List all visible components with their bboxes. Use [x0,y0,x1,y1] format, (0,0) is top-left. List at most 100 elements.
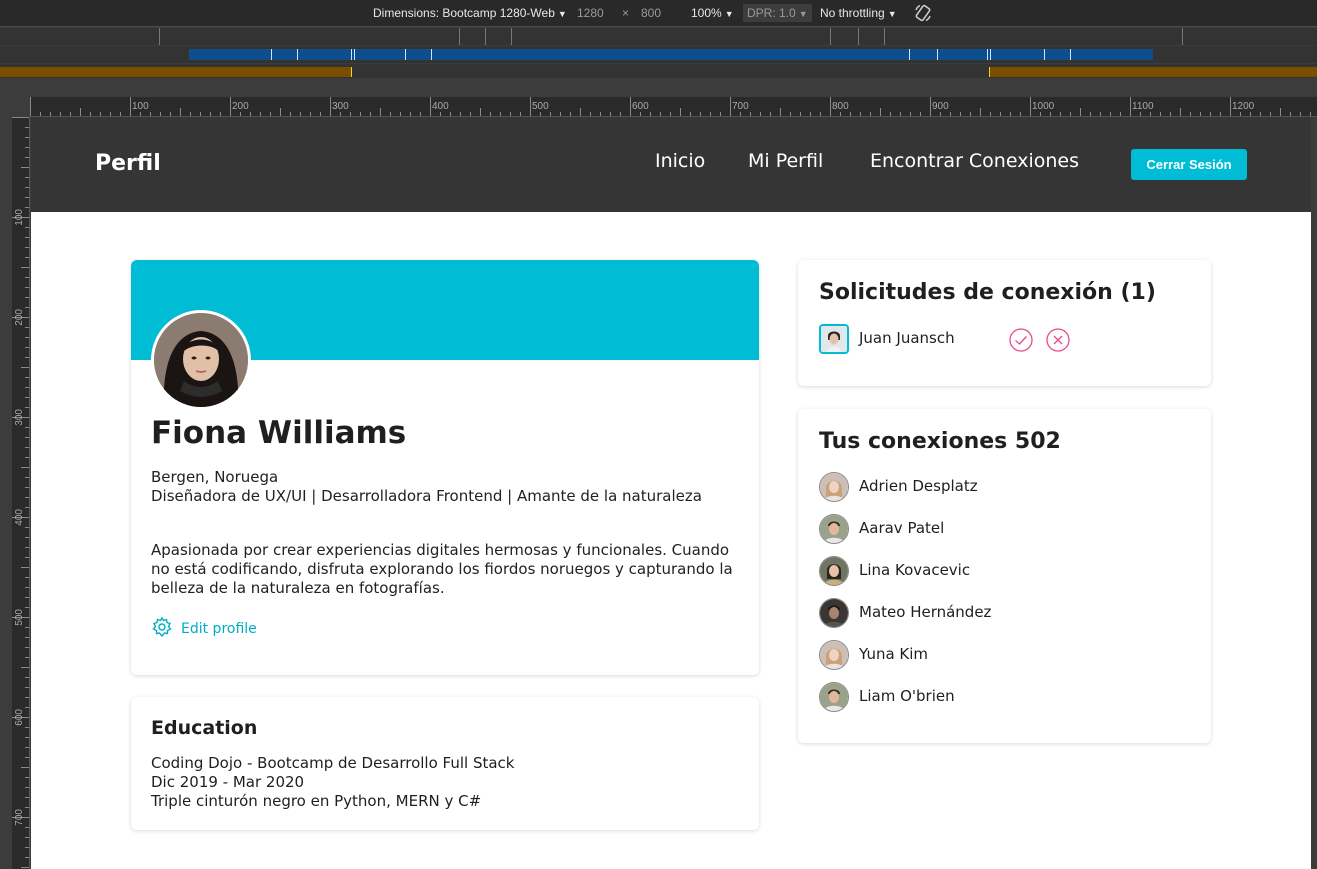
throttling-label: No throttling [820,6,885,20]
page-viewport: Perfil Inicio Mi Perfil Encontrar Conexi… [31,117,1311,869]
connection-avatar [819,556,849,586]
request-avatar[interactable] [819,324,849,354]
profile-bio: Apasionada por crear experiencias digita… [151,541,733,597]
media-query-marker[interactable] [1182,28,1183,45]
connection-avatar [819,514,849,544]
rotate-icon[interactable] [913,3,933,26]
media-query-marker[interactable] [884,28,885,45]
connection-item[interactable]: Lina Kovacevic [819,556,1119,586]
media-query-marker[interactable] [485,28,486,45]
media-query-bar-minmax [0,46,1317,63]
dpr-select[interactable]: DPR: 1.0 ▼ [743,4,812,22]
ruler-label: 200 [14,309,25,326]
media-query-marker[interactable] [1044,49,1045,60]
media-query-marker[interactable] [159,28,160,45]
devtools-device-toolbar: Dimensions: Bootcamp 1280-Web ▼ 1280 × 80… [0,0,1317,27]
chevron-down-icon: ▼ [887,9,897,19]
requests-title: Solicitudes de conexión (1) [819,280,1156,305]
request-name[interactable]: Juan Juansch [859,329,955,347]
profile-headline: Diseñadora de UX/UI | Desarrolladora Fro… [151,487,702,505]
connection-item[interactable]: Yuna Kim [819,640,1119,670]
ruler-label: 1200 [1232,101,1255,112]
education-title: Education [151,717,258,739]
accept-icon[interactable] [1008,327,1034,353]
profile-name: Fiona Williams [151,415,407,451]
connection-name: Liam O'brien [859,687,955,705]
ruler-label: 1000 [1032,101,1055,112]
media-query-marker[interactable] [459,28,460,45]
media-query-marker[interactable] [405,49,406,60]
connection-name: Mateo Hernández [859,603,992,621]
media-query-marker[interactable] [351,49,352,60]
height-input[interactable]: 800 [641,6,661,20]
connection-requests-card: Solicitudes de conexión (1) Juan Juansch [798,260,1211,386]
connection-item[interactable]: Mateo Hernández [819,598,1119,628]
media-query-marker[interactable] [830,28,831,45]
media-query-marker[interactable] [511,28,512,45]
connection-avatar [819,682,849,712]
media-query-range[interactable] [989,67,1317,77]
media-query-marker[interactable] [990,49,991,60]
media-query-marker[interactable] [909,49,910,60]
devtools-spacer [0,78,1317,97]
nav-link-mi-perfil[interactable]: Mi Perfil [748,150,823,172]
throttling-select[interactable]: No throttling ▼ [820,6,897,20]
media-query-marker[interactable] [431,49,432,60]
media-query-marker[interactable] [987,49,988,60]
media-query-range[interactable] [189,49,1153,60]
connection-name: Adrien Desplatz [859,477,978,495]
viewport-edge [1311,117,1317,869]
brand-logo[interactable]: Perfil [95,151,161,176]
width-input[interactable]: 1280 [577,6,604,20]
media-query-range[interactable] [0,67,352,77]
chevron-down-icon: ▼ [724,9,734,19]
profile-card: Fiona Williams Bergen, Noruega Diseñador… [131,260,759,675]
connections-card: Tus conexiones 502 Adrien Desplatz Aarav… [798,409,1211,743]
ruler-label: 100 [132,101,149,112]
ruler-label: 400 [14,509,25,526]
device-dimensions-select[interactable]: Dimensions: Bootcamp 1280-Web ▼ [373,6,567,20]
ruler-label: 500 [532,101,549,112]
education-line: Triple cinturón negro en Python, MERN y … [151,792,482,810]
connection-item[interactable]: Liam O'brien [819,682,1119,712]
ruler-label: 700 [732,101,749,112]
profile-avatar [151,310,251,410]
ruler-ticks: 100 200 300 400 500 600 700 [12,117,29,868]
education-line: Coding Dojo - Bootcamp de Desarrollo Ful… [151,754,515,772]
ruler-horizontal: 100 200 300 400 500 600 700 800 900 1000 1100 1200 [30,97,1317,117]
media-query-marker[interactable] [937,49,938,60]
media-query-marker[interactable] [354,49,355,60]
device-label: Dimensions: Bootcamp 1280-Web [373,6,555,20]
ruler-label: 400 [432,101,449,112]
dpr-label: DPR: 1.0 [747,6,796,20]
ruler-label: 200 [232,101,249,112]
ruler-label: 600 [632,101,649,112]
ruler-label: 800 [832,101,849,112]
media-query-marker[interactable] [351,67,352,77]
media-query-bar-max [0,28,1317,45]
ruler-vertical: 100 200 300 400 500 600 700 [12,117,30,869]
logout-button[interactable]: Cerrar Sesión [1131,149,1247,180]
chevron-down-icon: ▼ [557,9,567,19]
media-query-marker[interactable] [858,28,859,45]
reject-icon[interactable] [1045,327,1071,353]
education-line: Dic 2019 - Mar 2020 [151,773,305,791]
media-query-marker[interactable] [1070,49,1071,60]
chevron-down-icon: ▼ [798,9,808,19]
media-query-marker[interactable] [989,67,990,77]
nav-link-inicio[interactable]: Inicio [655,150,705,172]
media-query-bar-min [0,64,1317,78]
edit-profile-link[interactable]: Edit profile [151,616,257,642]
media-query-marker[interactable] [297,49,298,60]
connection-name: Lina Kovacevic [859,561,971,579]
media-query-marker[interactable] [271,49,272,60]
ruler-label: 1100 [1132,101,1154,112]
zoom-select[interactable]: 100% ▼ [691,6,734,20]
nav-link-encontrar-conexiones[interactable]: Encontrar Conexiones [870,150,1079,172]
connection-item[interactable]: Aarav Patel [819,514,1119,544]
connection-name: Aarav Patel [859,519,945,537]
connection-item[interactable]: Adrien Desplatz [819,472,1119,502]
profile-location: Bergen, Noruega [151,468,279,486]
connection-avatar [819,640,849,670]
education-card: Education Coding Dojo - Bootcamp de Desa… [131,697,759,830]
